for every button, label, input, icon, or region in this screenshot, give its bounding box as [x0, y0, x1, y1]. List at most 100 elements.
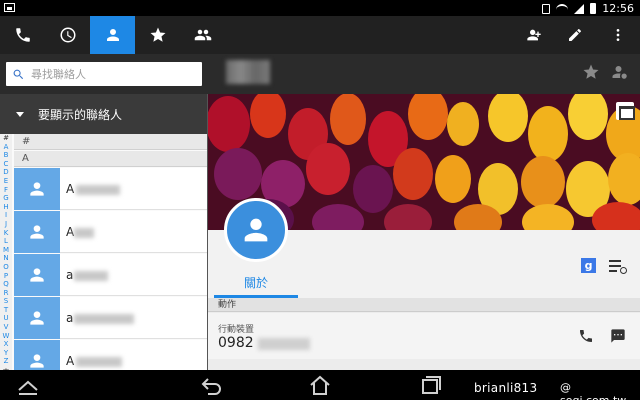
overflow-menu-button[interactable]	[598, 16, 638, 54]
list-item[interactable]: a	[14, 254, 208, 296]
action-bar	[0, 16, 640, 54]
person-icon	[244, 218, 268, 242]
image-notification-icon	[4, 3, 15, 12]
groups-tab[interactable]	[180, 16, 225, 54]
index-letter[interactable]: H	[0, 203, 12, 212]
contacts-tab[interactable]	[90, 16, 135, 54]
blurred-name	[76, 185, 120, 195]
avatar	[14, 254, 60, 296]
vibrate-icon	[542, 3, 551, 14]
list-item[interactable]: A	[14, 211, 208, 253]
status-icons: 12:56	[542, 2, 634, 15]
contact-list-panel: 要顯示的聯絡人 #ABCDEFGHIJKLMNOPQRSTUVWXYZ中文 # …	[0, 94, 208, 370]
index-letter[interactable]: C	[0, 160, 12, 169]
contacts-filter-dropdown[interactable]: 要顯示的聯絡人	[0, 94, 208, 134]
index-letter[interactable]: J	[0, 220, 12, 229]
phone-number-blurred	[258, 338, 310, 350]
search-icon	[13, 69, 24, 79]
person-settings-icon	[612, 66, 627, 79]
message-icon	[611, 329, 625, 343]
blurred-name	[74, 314, 134, 324]
contact-settings-button[interactable]	[611, 63, 631, 83]
alphabet-index[interactable]: #ABCDEFGHIJKLMNOPQRSTUVWXYZ中文	[0, 134, 12, 370]
edit-icon	[569, 29, 581, 41]
chevron-up-icon	[18, 380, 38, 395]
recent-apps-icon	[422, 376, 441, 394]
avatar	[14, 168, 60, 210]
tab-about[interactable]: 關於	[214, 274, 298, 298]
index-letter[interactable]: N	[0, 254, 12, 263]
index-letter[interactable]: F	[0, 186, 12, 195]
index-letter[interactable]: D	[0, 168, 12, 177]
list-item[interactable]: A	[14, 168, 208, 210]
index-letter[interactable]: X	[0, 340, 12, 349]
index-letter[interactable]: W	[0, 332, 12, 341]
list-item[interactable]: A	[14, 340, 208, 370]
clock-icon	[60, 27, 75, 43]
back-button[interactable]	[200, 374, 224, 396]
index-letter[interactable]: S	[0, 297, 12, 306]
person-icon	[30, 354, 44, 368]
index-letter[interactable]: G	[0, 194, 12, 203]
index-letter[interactable]: I	[0, 211, 12, 220]
wifi-icon	[556, 4, 569, 13]
add-contact-button[interactable]	[514, 16, 554, 54]
edit-button[interactable]	[555, 16, 595, 54]
index-letter[interactable]: V	[0, 323, 12, 332]
group-icon	[194, 29, 211, 41]
index-letter[interactable]: U	[0, 314, 12, 323]
phone-entry[interactable]: 行動裝置 0982	[208, 313, 640, 359]
index-letter[interactable]: Q	[0, 280, 12, 289]
index-letter[interactable]: A	[0, 143, 12, 152]
index-letter[interactable]: T	[0, 306, 12, 315]
index-letter[interactable]: Z	[0, 357, 12, 366]
search-box[interactable]	[6, 62, 202, 86]
recent-apps-button[interactable]	[418, 374, 442, 396]
contact-name: A	[66, 354, 75, 368]
index-letter[interactable]: K	[0, 229, 12, 238]
index-letter[interactable]: Y	[0, 349, 12, 358]
list-settings-icon[interactable]	[609, 258, 627, 274]
person-icon	[106, 29, 119, 41]
section-label-actions: 動作	[208, 298, 640, 312]
recent-tab[interactable]	[45, 16, 90, 54]
search-input[interactable]	[31, 67, 191, 81]
phone-icon	[15, 28, 30, 42]
person-icon	[30, 311, 44, 325]
contact-photo[interactable]	[224, 198, 288, 262]
message-button[interactable]	[610, 328, 626, 344]
overflow-menu-icon	[616, 29, 620, 41]
add-contact-icon	[527, 29, 541, 41]
index-letter[interactable]: #	[0, 134, 12, 143]
contact-detail-pane: 關於 g 動作 行動裝置 0982	[208, 94, 640, 370]
google-account-icon: g	[581, 258, 596, 273]
avatar	[14, 297, 60, 339]
star-outline-icon	[583, 64, 599, 79]
phone-tab[interactable]	[0, 16, 45, 54]
index-letter[interactable]: B	[0, 151, 12, 160]
navigation-bar	[0, 370, 640, 400]
blurred-name	[76, 357, 122, 367]
index-letter[interactable]: L	[0, 237, 12, 246]
dropdown-triangle-icon	[16, 111, 24, 117]
collapse-button[interactable]	[16, 374, 40, 396]
favorites-tab[interactable]	[135, 16, 180, 54]
index-letter[interactable]: R	[0, 289, 12, 298]
battery-icon	[590, 3, 597, 14]
contact-name: a	[66, 268, 74, 282]
index-letter[interactable]: E	[0, 177, 12, 186]
phone-type-label: 行動裝置	[218, 325, 255, 335]
search-row	[0, 54, 640, 94]
favorite-button[interactable]	[582, 63, 602, 83]
index-letter[interactable]: M	[0, 246, 12, 255]
avatar	[14, 340, 60, 370]
index-letter[interactable]: O	[0, 263, 12, 272]
call-button[interactable]	[578, 328, 594, 344]
status-clock: 12:56	[602, 2, 634, 15]
home-button[interactable]	[308, 374, 332, 396]
index-letter[interactable]: P	[0, 272, 12, 281]
edit-photo-icon[interactable]	[616, 102, 635, 120]
list-item[interactable]: a	[14, 297, 208, 339]
section-header-a: A	[14, 151, 208, 167]
contact-name: a	[66, 311, 74, 325]
